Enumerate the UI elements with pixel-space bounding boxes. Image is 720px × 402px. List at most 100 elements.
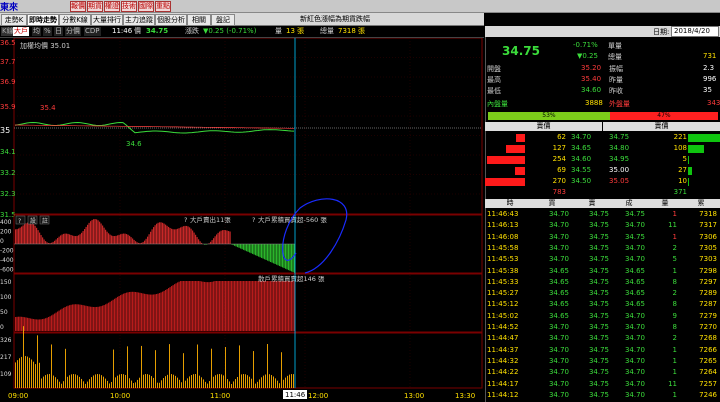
bigtrader-bar [25,223,27,244]
bigtrader-bar [114,236,116,244]
bigtrader-bar [100,223,102,244]
bid-volume-bar [514,167,525,175]
bigtrader-bar [42,237,44,244]
bigtrader-bar [219,231,221,244]
tick-cell: 34.70 [624,311,645,320]
date-label: 日期: [653,28,670,36]
chart-mode-button[interactable]: CDP [84,27,101,36]
stat-label: 昨量 [609,76,623,84]
bigtrader-bar [43,239,45,244]
bigtrader-bar [93,219,95,244]
volume-bar [241,374,242,388]
retail-y-axis: 150 100 50 0 [0,279,12,331]
retail-bar [283,281,285,331]
chart-mode-button[interactable]: % [43,27,52,36]
retail-bar [90,306,92,331]
bigtrader-bar [181,226,183,244]
bigtrader-bar [262,244,264,259]
volume-bar [277,380,278,388]
bigtrader-bar [78,235,80,244]
retail-bar [213,281,215,331]
retail-bar [262,281,264,331]
tab-item[interactable]: 主力追蹤 [123,14,155,26]
volume-bar [117,375,118,388]
bid-price: 34.70 [571,133,592,141]
chart-mode-button[interactable]: 均 [32,27,41,36]
retail-bar [264,281,266,331]
bigtrader-bar [127,234,129,244]
tick-cell: 34.65 [548,266,569,275]
volume-bar [165,376,166,388]
intraday-chart[interactable]: 36.5 37.7 36.9 35.9 35 34.1 33.2 32.3 31.5 加權均價 … [0,38,484,402]
tick-volume: 13 張 [286,27,305,35]
toolbar-button[interactable]: 期貨 [87,1,103,12]
retail-bar [51,315,53,331]
bigtrader-bars [14,219,296,273]
bigtrader-bar [196,237,198,244]
volume-bar [33,361,34,388]
bigtrader-bar [267,244,269,261]
bigtrader-bar [250,244,252,254]
toolbar-button[interactable]: 報價 [70,1,86,12]
tick-cell: 34.75 [588,221,609,230]
tab-item[interactable]: 即時走勢 [27,14,59,26]
tab-item[interactable]: 相關 [187,14,211,26]
retail-bar [276,281,278,331]
bigtrader-bar [69,234,71,244]
date-select[interactable]: 2018/4/20 [671,26,719,37]
retail-bar [205,282,207,331]
tick-cell: 7266 [699,345,717,354]
tick-cell: 34.70 [624,356,645,365]
tick-cell: 34.75 [588,210,609,218]
time-tick-label: 13:00 [404,392,424,400]
tick-cell: 7268 [699,334,717,343]
retail-bar [91,306,93,331]
tab-item[interactable]: 大量排行 [91,14,123,26]
volume-bar [107,380,108,388]
bigtrader-bar [135,241,137,244]
volume-bar [45,375,46,388]
retail-bar [159,293,161,331]
bigtrader-bar [216,234,218,244]
tick-cell: 7264 [699,368,717,377]
chart-mode-button[interactable]: 日 [54,27,63,36]
tick-cell: 11:45:58 [487,243,519,252]
tick-cell: 11:44:12 [487,390,519,399]
chart-mode-button[interactable]: 大戶 [13,27,29,36]
tick-cell: 34.75 [588,277,609,286]
retail-bar [63,307,65,331]
volume-bar [93,375,94,388]
toolbar-button[interactable]: 權證 [104,1,120,12]
retail-bar [228,281,230,331]
volume-bar [197,344,198,388]
tab-item[interactable]: 盤記 [211,14,235,26]
panel-tag-label: ? [18,218,21,225]
volume-bar [133,383,134,388]
tick-cell: 34.70 [548,345,569,354]
toolbar-button[interactable]: 技術 [121,1,137,12]
time-tick-label: 11:00 [210,392,230,400]
bigtrader-bar [109,234,111,244]
ask-volume-bar [688,167,692,175]
bigtrader-bar [85,226,87,244]
bigtrader-bar [193,232,195,244]
tick-cell: 34.70 [548,390,569,399]
volume-bar [21,356,22,388]
volume-bar [159,382,160,388]
bigtrader-bar [115,235,117,244]
tab-item[interactable]: 走勢K線 [1,14,27,34]
bigtrader-bar [108,233,110,244]
tab-item[interactable]: 分數K線 [59,14,91,26]
toolbar-button[interactable]: 重點 [155,1,171,12]
time-tick-label: 12:00 [308,392,328,400]
volume-bar [63,381,64,388]
volume-bar [121,374,122,388]
retail-bar [103,305,105,331]
toolbar-button[interactable]: 國際 [138,1,154,12]
tab-item[interactable]: 個股分析 [155,14,187,26]
bigtrader-bar [63,233,65,244]
retail-bar [183,281,185,331]
volume-bar [193,374,194,388]
tick-cell: 11:45:27 [487,289,519,298]
chart-mode-button[interactable]: 分價 [65,27,81,36]
